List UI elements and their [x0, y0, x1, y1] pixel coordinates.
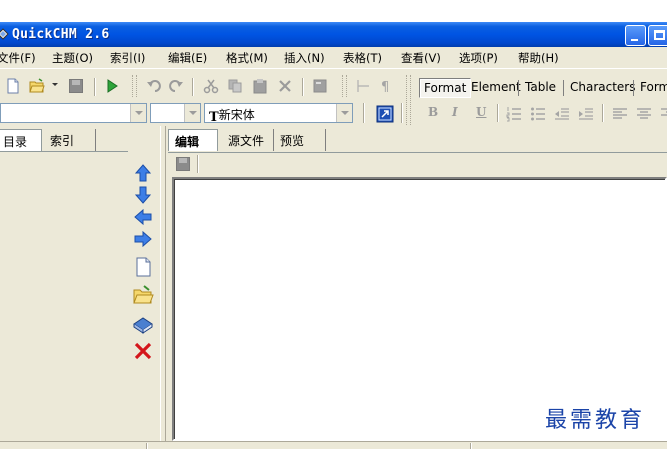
book-icon[interactable]	[132, 312, 154, 334]
italic-button[interactable]: I	[452, 105, 458, 119]
main-area: 目录 索引 编辑 源文件 预览	[0, 126, 667, 441]
toolbar-area: ¶ Format Element Table Characters Form T…	[0, 68, 667, 126]
chevron-down-icon[interactable]	[336, 104, 352, 122]
menu-view[interactable]: 查看(V)	[401, 50, 441, 66]
editor-tab-strip: 编辑 源文件 预览	[168, 129, 667, 151]
style-combo[interactable]	[0, 103, 147, 123]
numbered-list-icon[interactable]	[506, 106, 522, 122]
menu-index[interactable]: 索引(I)	[110, 50, 145, 66]
menu-edit[interactable]: 编辑(E)	[168, 50, 207, 66]
chevron-down-icon[interactable]	[184, 104, 200, 122]
tab-table[interactable]: Table	[521, 78, 560, 98]
compile-play-icon[interactable]	[104, 78, 120, 94]
menu-insert[interactable]: 插入(N)	[284, 50, 325, 66]
tab-source[interactable]: 源文件	[222, 129, 274, 151]
standard-toolbar: ¶ Format Element Table Characters Form	[0, 69, 667, 125]
font-combo[interactable]: T新宋体	[204, 103, 353, 125]
chevron-down-icon[interactable]	[51, 80, 59, 88]
align-right-icon[interactable]	[660, 106, 667, 122]
svg-text:¶: ¶	[381, 80, 389, 94]
font-name: 新宋体	[218, 108, 255, 122]
tab-contents[interactable]: 目录	[0, 129, 42, 151]
arrow-up-icon[interactable]	[132, 162, 154, 184]
arrow-left-icon[interactable]	[132, 206, 154, 228]
align-left-icon[interactable]	[612, 106, 628, 122]
tab-edit[interactable]: 编辑	[168, 129, 218, 151]
tab-form[interactable]: Form	[636, 78, 667, 98]
delete-icon[interactable]	[277, 78, 293, 94]
copy-icon[interactable]	[227, 78, 243, 94]
maximize-button[interactable]	[648, 25, 667, 46]
minimize-button[interactable]	[625, 25, 646, 46]
new-file-icon[interactable]	[5, 78, 21, 94]
delete-icon[interactable]	[132, 340, 154, 362]
window-title: QuickCHM 2.6	[12, 27, 110, 42]
cut-icon[interactable]	[203, 78, 219, 94]
left-tab-strip: 目录 索引	[0, 129, 165, 151]
open-folder-icon[interactable]	[29, 78, 45, 94]
maximize-icon	[654, 30, 665, 40]
menu-topic[interactable]: 主题(O)	[52, 50, 93, 66]
underline-button[interactable]: U	[476, 105, 486, 119]
size-combo[interactable]	[150, 103, 201, 123]
desktop-strip	[0, 0, 667, 22]
splitter[interactable]	[160, 126, 166, 441]
app-icon	[0, 28, 9, 40]
save-icon[interactable]	[68, 78, 84, 94]
align-center-icon[interactable]	[636, 106, 652, 122]
new-topic-icon[interactable]	[132, 256, 154, 278]
outdent-icon[interactable]	[554, 106, 570, 122]
title-bar[interactable]: QuickCHM 2.6	[0, 22, 667, 47]
menu-table[interactable]: 表格(T)	[343, 50, 382, 66]
save-icon[interactable]	[175, 156, 191, 172]
open-folder-icon[interactable]	[132, 284, 154, 306]
insert-link-icon[interactable]	[376, 105, 394, 123]
menu-bar: 文件(F) 主题(O) 索引(I) 编辑(E) 格式(M) 插入(N) 表格(T…	[0, 47, 667, 68]
paste-icon[interactable]	[252, 78, 268, 94]
arrow-right-icon[interactable]	[132, 228, 154, 250]
bullet-list-icon[interactable]	[530, 106, 546, 122]
bold-button[interactable]: B	[428, 105, 438, 119]
editor-toolbar	[168, 152, 667, 176]
tab-element[interactable]: Element	[467, 78, 525, 98]
chevron-down-icon[interactable]	[130, 104, 146, 122]
arrow-down-icon[interactable]	[132, 184, 154, 206]
tab-characters[interactable]: Characters	[566, 78, 640, 98]
paragraph-mark-icon[interactable]: ¶	[378, 78, 394, 94]
watermark: 最需教育	[545, 408, 646, 433]
tab-preview[interactable]: 预览	[274, 129, 326, 151]
minimize-icon	[631, 39, 638, 41]
indent-icon[interactable]	[578, 106, 594, 122]
menu-help[interactable]: 帮助(H)	[518, 50, 559, 66]
format-toolbar: T新宋体 B I U	[0, 100, 667, 127]
menu-format[interactable]: 格式(M)	[226, 50, 268, 66]
menu-file[interactable]: 文件(F)	[0, 50, 36, 66]
redo-icon[interactable]	[168, 78, 184, 94]
status-bar	[0, 441, 667, 449]
topic-tools-column	[132, 156, 158, 360]
tab-index[interactable]: 索引	[44, 129, 96, 151]
line-icon[interactable]	[356, 78, 372, 94]
tab-format[interactable]: Format	[419, 78, 472, 98]
truetype-icon: T	[209, 110, 219, 125]
menu-options[interactable]: 选项(P)	[459, 50, 498, 66]
undo-icon[interactable]	[146, 78, 162, 94]
properties-icon[interactable]	[312, 78, 328, 94]
contents-tree-panel[interactable]	[0, 151, 128, 441]
